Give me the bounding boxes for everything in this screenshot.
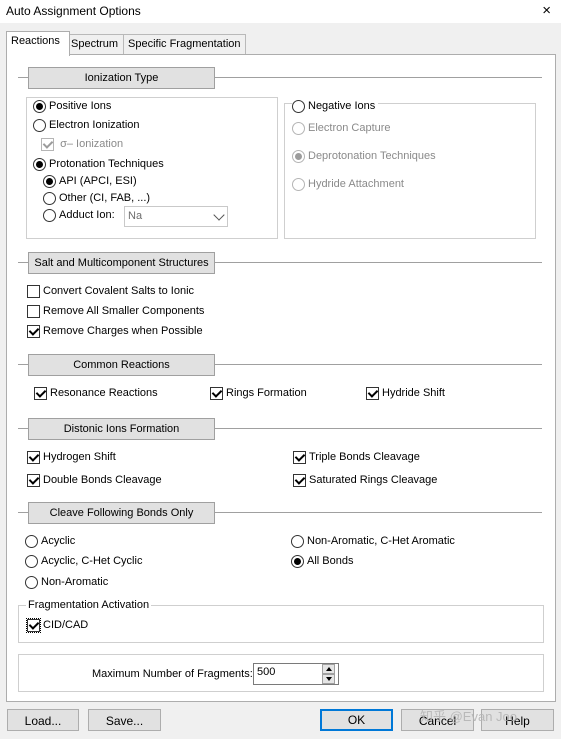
checkbox-icon: [27, 324, 40, 338]
positive-ions-radio[interactable]: Positive Ions: [33, 98, 111, 114]
radio-icon: [291, 534, 304, 548]
radio-icon: [291, 554, 304, 568]
title-bar: Auto Assignment Options ×: [0, 0, 561, 23]
tab-specific-fragmentation[interactable]: Specific Fragmentation: [123, 34, 246, 55]
non-aromatic-c-het-aromatic-radio[interactable]: Non-Aromatic, C-Het Aromatic: [291, 533, 455, 549]
checkbox-icon: [41, 137, 54, 151]
checkbox-icon: [293, 450, 306, 464]
max-fragments-label: Maximum Number of Fragments:: [92, 668, 253, 680]
salt-header: Salt and Multicomponent Structures: [28, 252, 215, 274]
fragmentation-activation-label: Fragmentation Activation: [26, 599, 152, 611]
hydride-shift-checkbox[interactable]: Hydride Shift: [366, 385, 445, 401]
radio-icon: [43, 208, 56, 222]
adduct-ion-select[interactable]: Na: [124, 206, 228, 227]
adduct-ion-radio[interactable]: Adduct Ion:: [43, 207, 115, 223]
arrow-up-icon: [326, 667, 332, 671]
checkbox-icon: [27, 284, 40, 298]
cid-cad-checkbox[interactable]: CID/CAD: [26, 617, 88, 633]
checkbox-icon: [210, 386, 223, 400]
radio-icon: [33, 99, 46, 113]
common-reactions-header: Common Reactions: [28, 354, 215, 376]
all-bonds-radio[interactable]: All Bonds: [291, 553, 353, 569]
checkbox-icon: [27, 473, 40, 487]
radio-icon: [33, 118, 46, 132]
remove-charges-checkbox[interactable]: Remove Charges when Possible: [27, 323, 203, 339]
double-bonds-checkbox[interactable]: Double Bonds Cleavage: [27, 472, 162, 488]
other-radio[interactable]: Other (CI, FAB, ...): [43, 190, 150, 206]
protonation-techniques-radio[interactable]: Protonation Techniques: [33, 156, 164, 172]
negative-ions-radio[interactable]: Negative Ions: [292, 98, 379, 114]
chevron-down-icon: [213, 209, 225, 221]
sigma-ionization-checkbox[interactable]: σ– Ionization: [41, 136, 123, 152]
window-title: Auto Assignment Options: [6, 4, 141, 18]
deprotonation-techniques-radio[interactable]: Deprotonation Techniques: [292, 148, 436, 164]
ok-button[interactable]: OK: [320, 709, 393, 731]
triple-bonds-checkbox[interactable]: Triple Bonds Cleavage: [293, 449, 420, 465]
acyclic-radio[interactable]: Acyclic: [25, 533, 75, 549]
load-button[interactable]: Load...: [7, 709, 79, 731]
watermark: 知乎 @Evan Joo: [420, 709, 518, 724]
resonance-reactions-checkbox[interactable]: Resonance Reactions: [34, 385, 158, 401]
hydrogen-shift-checkbox[interactable]: Hydrogen Shift: [27, 449, 116, 465]
radio-icon: [43, 191, 56, 205]
checkbox-icon: [27, 450, 40, 464]
close-icon[interactable]: ×: [542, 2, 551, 20]
remove-smaller-components-checkbox[interactable]: Remove All Smaller Components: [27, 303, 204, 319]
radio-icon: [43, 174, 56, 188]
checkbox-icon: [366, 386, 379, 400]
radio-icon: [33, 157, 46, 171]
radio-icon: [292, 149, 305, 163]
ionization-type-header: Ionization Type: [28, 67, 215, 89]
radio-icon: [25, 575, 38, 589]
distonic-header: Distonic Ions Formation: [28, 418, 215, 440]
checkbox-icon: [34, 386, 47, 400]
spin-down-button[interactable]: [322, 674, 335, 684]
save-button[interactable]: Save...: [88, 709, 161, 731]
electron-capture-radio[interactable]: Electron Capture: [292, 120, 391, 136]
checkbox-icon: [27, 304, 40, 318]
hydride-attachment-radio[interactable]: Hydride Attachment: [292, 176, 404, 192]
checkbox-icon: [293, 473, 306, 487]
radio-icon: [25, 534, 38, 548]
radio-icon: [292, 177, 305, 191]
rings-formation-checkbox[interactable]: Rings Formation: [210, 385, 307, 401]
electron-ionization-radio[interactable]: Electron Ionization: [33, 117, 140, 133]
acyclic-c-het-cyclic-radio[interactable]: Acyclic, C-Het Cyclic: [25, 553, 142, 569]
radio-icon: [25, 554, 38, 568]
arrow-down-icon: [326, 677, 332, 681]
checkbox-icon: [26, 617, 41, 633]
spin-up-button[interactable]: [322, 664, 335, 674]
non-aromatic-radio[interactable]: Non-Aromatic: [25, 574, 108, 590]
tab-reactions[interactable]: Reactions: [6, 31, 70, 56]
cleave-header: Cleave Following Bonds Only: [28, 502, 215, 524]
radio-icon: [292, 121, 305, 135]
saturated-rings-checkbox[interactable]: Saturated Rings Cleavage: [293, 472, 437, 488]
api-radio[interactable]: API (APCI, ESI): [43, 173, 137, 189]
tab-spectrum[interactable]: Spectrum: [66, 34, 127, 55]
convert-salts-checkbox[interactable]: Convert Covalent Salts to Ionic: [27, 283, 194, 299]
radio-icon: [292, 99, 305, 113]
